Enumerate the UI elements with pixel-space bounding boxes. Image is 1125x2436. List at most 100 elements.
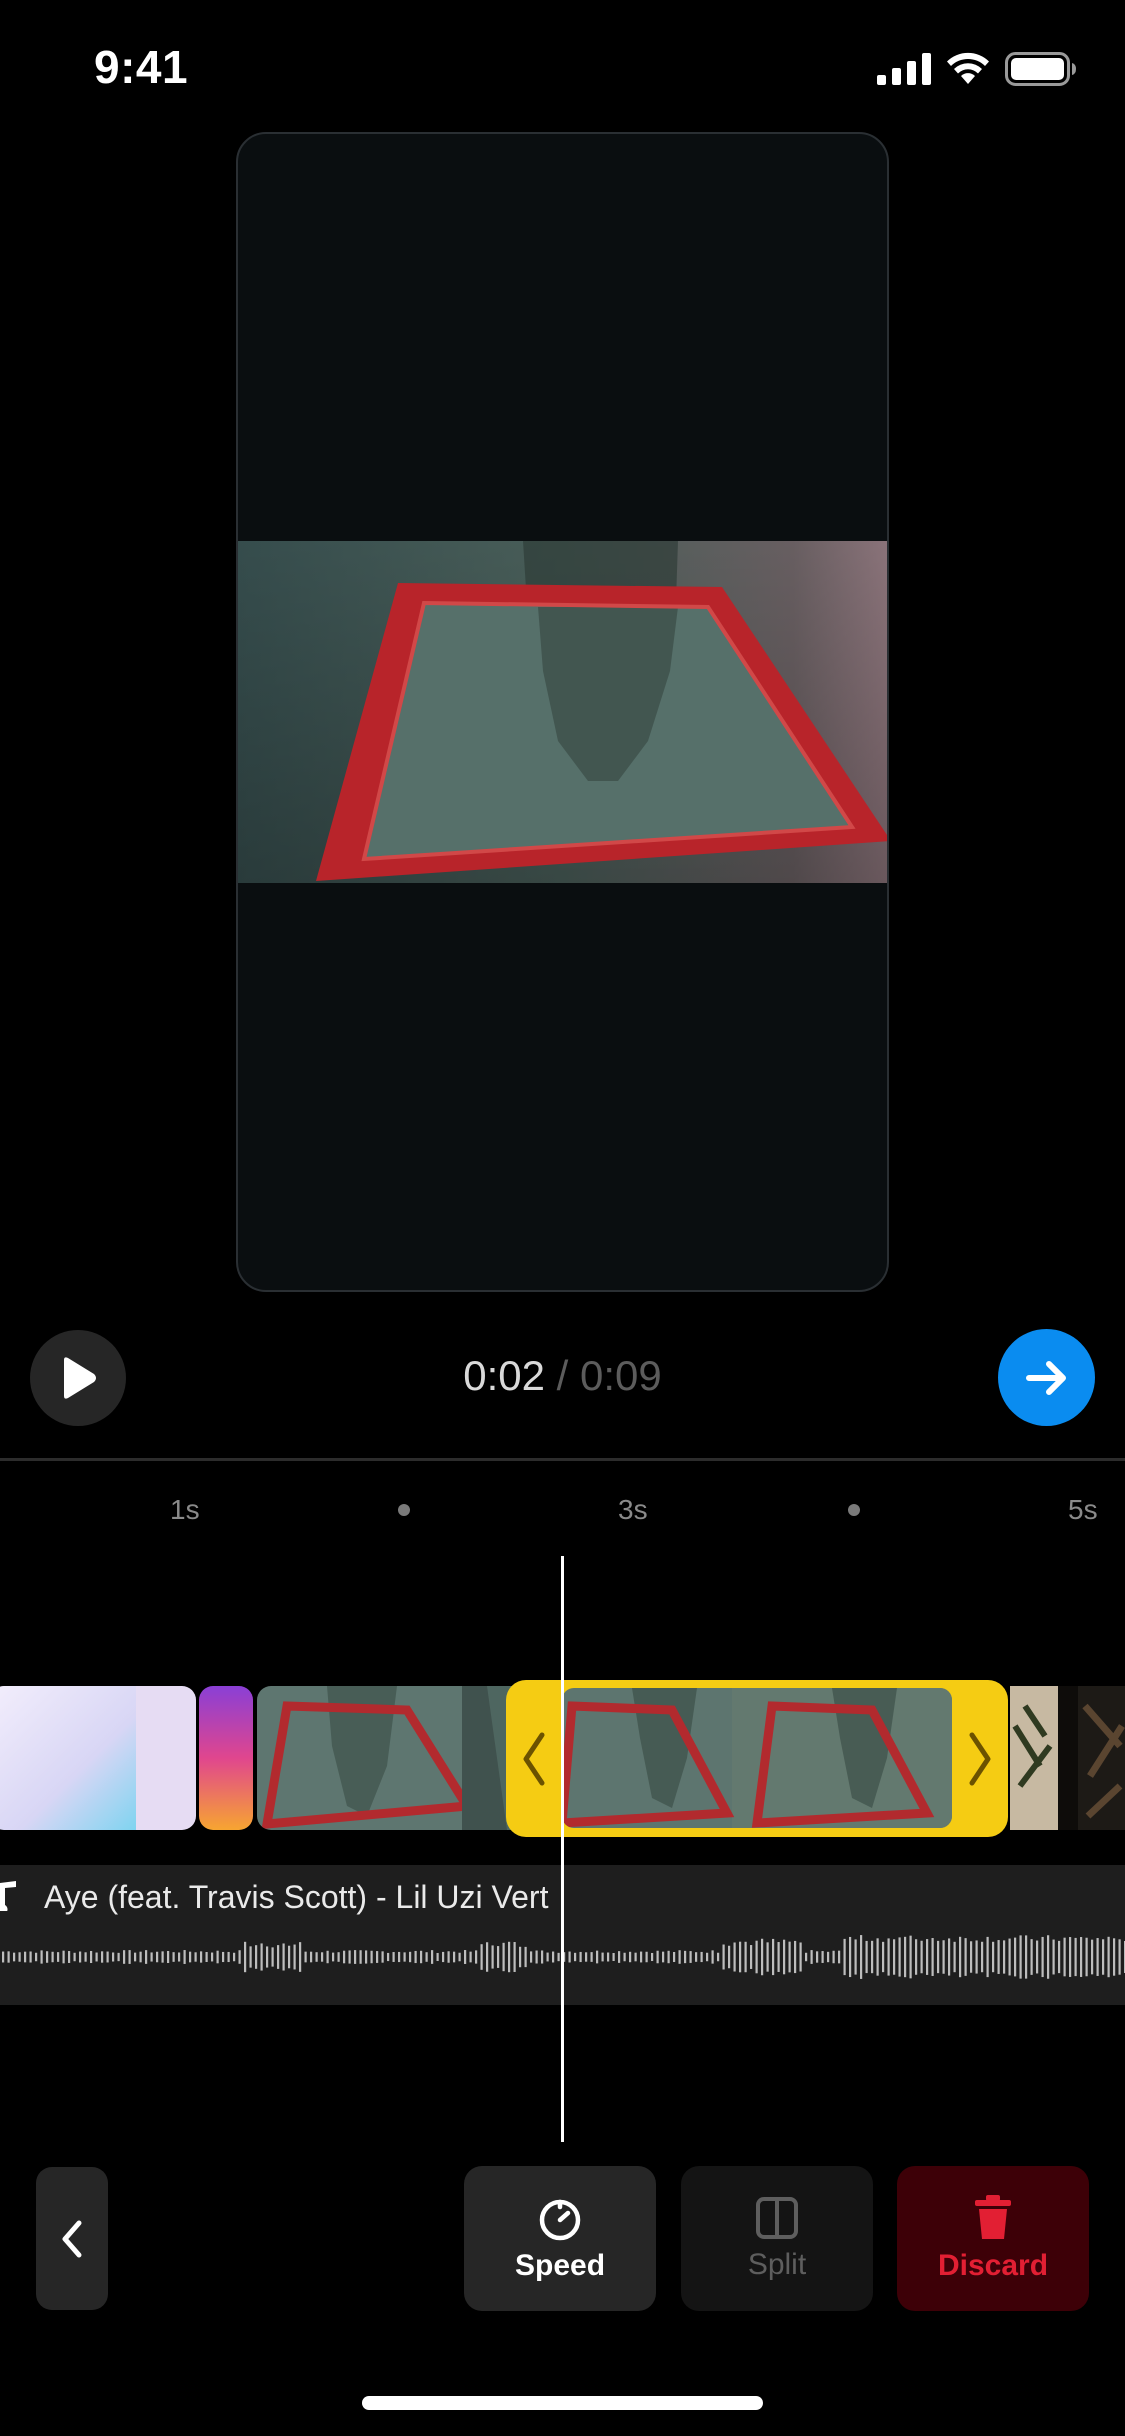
waveform-bar	[480, 1944, 483, 1970]
total-time: 0:09	[580, 1352, 662, 1399]
waveform-bar	[73, 1952, 76, 1962]
waveform-bar	[1091, 1939, 1094, 1975]
waveform-bar	[139, 1951, 142, 1963]
waveform-bar	[117, 1952, 120, 1962]
waveform-bar	[612, 1952, 615, 1962]
selected-clip-thumbnail	[562, 1688, 952, 1828]
waveform-bar	[348, 1950, 351, 1964]
playhead[interactable]	[561, 1556, 564, 2142]
waveform-bar	[222, 1951, 225, 1963]
waveform-bar	[568, 1951, 571, 1963]
waveform-bar	[942, 1940, 945, 1974]
timeline-clip-video[interactable]	[257, 1686, 527, 1830]
status-icons	[877, 52, 1077, 86]
waveform-bar	[68, 1951, 71, 1963]
waveform-bar	[1063, 1937, 1066, 1977]
split-button[interactable]: Split	[681, 2166, 873, 2311]
waveform-bar	[618, 1951, 621, 1963]
waveform-bar	[717, 1952, 720, 1962]
waveform-bar	[843, 1938, 846, 1976]
waveform-bar	[326, 1950, 329, 1964]
waveform-bar	[904, 1936, 907, 1978]
ruler-dot	[398, 1504, 410, 1516]
speed-button[interactable]: Speed	[464, 2166, 656, 2311]
waveform-bar	[409, 1951, 412, 1963]
speed-label: Speed	[514, 2248, 606, 2282]
waveform-bar	[365, 1950, 368, 1964]
waveform-bar	[1008, 1938, 1011, 1976]
waveform-bar	[1102, 1939, 1105, 1975]
waveform-bar	[40, 1950, 43, 1964]
waveform-bar	[937, 1940, 940, 1974]
waveform-bar	[541, 1950, 544, 1964]
waveform-bar	[57, 1952, 60, 1962]
waveform-bar	[51, 1951, 54, 1963]
waveform-bar	[381, 1951, 384, 1963]
waveform-bar	[29, 1951, 32, 1963]
waveform-bar	[497, 1946, 500, 1968]
waveform-bar	[200, 1951, 203, 1963]
trim-handle-right[interactable]	[952, 1680, 1008, 1837]
waveform-bar	[178, 1952, 181, 1962]
waveform-bar	[35, 1952, 38, 1962]
trim-handle-left[interactable]	[506, 1680, 562, 1837]
waveform-bar	[651, 1952, 654, 1962]
waveform-bar	[447, 1951, 450, 1963]
back-button[interactable]	[36, 2167, 108, 2310]
waveform-bar	[975, 1940, 978, 1974]
waveform-bar	[150, 1952, 153, 1962]
clip-thumbnail	[0, 1686, 196, 1830]
selected-clip-trimmer[interactable]	[506, 1680, 1008, 1837]
cellular-signal-icon	[877, 53, 931, 85]
status-time: 9:41	[94, 41, 189, 93]
home-indicator[interactable]	[362, 2396, 763, 2410]
waveform-bar	[524, 1946, 527, 1968]
waveform-bar	[128, 1950, 131, 1964]
audio-title: Aye (feat. Travis Scott) - Lil Uzi Vert	[44, 1879, 549, 1915]
waveform-bar	[1041, 1936, 1044, 1978]
waveform-bar	[271, 1947, 274, 1967]
waveform-bar	[997, 1940, 1000, 1974]
waveform-bar	[970, 1941, 973, 1973]
next-button[interactable]	[998, 1329, 1095, 1426]
waveform-bar	[535, 1950, 538, 1964]
waveform-bar	[772, 1938, 775, 1976]
waveform-bar	[106, 1951, 109, 1963]
waveform-bar	[684, 1950, 687, 1964]
waveform-bar	[79, 1951, 82, 1963]
waveform-bar	[623, 1952, 626, 1962]
waveform-bar	[145, 1950, 148, 1964]
timeline-clip-plant[interactable]	[1010, 1686, 1125, 1830]
waveform-bar	[667, 1950, 670, 1964]
waveform-bar	[277, 1945, 280, 1969]
waveform-bar	[321, 1952, 324, 1962]
timeline-clip-gradient[interactable]	[0, 1686, 196, 1830]
waveform-bar	[95, 1952, 98, 1962]
waveform-bar	[805, 1952, 808, 1962]
waveform-bar	[931, 1938, 934, 1976]
waveform-bar	[986, 1936, 989, 1978]
waveform-bar	[1107, 1936, 1110, 1978]
waveform-bar	[244, 1941, 247, 1973]
waveform-bar	[194, 1952, 197, 1962]
waveform-bar	[260, 1943, 263, 1971]
timeline-clip-text[interactable]	[199, 1686, 253, 1830]
chevron-left-icon	[62, 2220, 82, 2257]
video-preview[interactable]	[236, 132, 889, 1292]
waveform-bar	[920, 1940, 923, 1974]
waveform-bar	[607, 1952, 610, 1962]
waveform-bar	[398, 1951, 401, 1963]
waveform-bar	[673, 1951, 676, 1963]
waveform-bar	[711, 1950, 714, 1964]
waveform-bar	[425, 1952, 428, 1962]
waveform-bar	[458, 1952, 461, 1962]
waveform-bar	[112, 1952, 115, 1962]
waveform-bar	[315, 1952, 318, 1962]
waveform-bar	[794, 1940, 797, 1974]
waveform-bar	[2, 1951, 5, 1963]
waveform-bar	[1058, 1940, 1061, 1974]
discard-button[interactable]: Discard	[897, 2166, 1089, 2311]
waveform-bar	[585, 1952, 588, 1962]
waveform-bar	[915, 1939, 918, 1975]
waveform-bar	[1030, 1939, 1033, 1975]
